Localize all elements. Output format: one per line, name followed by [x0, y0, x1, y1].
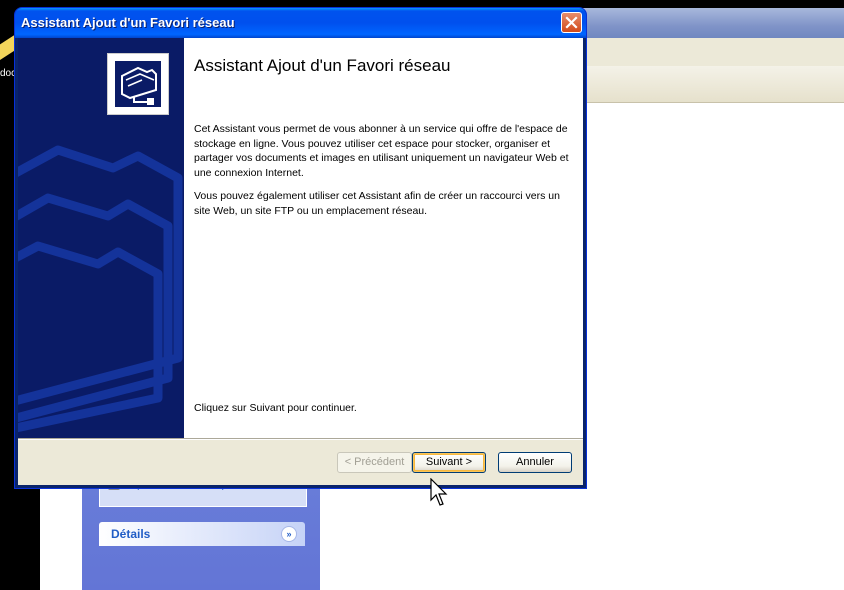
wizard-dialog: Assistant Ajout d'un Favori réseau Assis… — [15, 8, 586, 488]
intro-paragraph: Cet Assistant vous permet de vous abonne… — [194, 123, 569, 179]
mouse-cursor-icon — [430, 478, 448, 506]
desktop-icon-label: doc — [0, 68, 17, 79]
continue-instruction: Cliquez sur Suivant pour continuer. — [194, 402, 357, 414]
chevron-down-icon[interactable]: » — [281, 526, 297, 542]
details-panel-header[interactable]: Détails » — [99, 522, 305, 546]
cancel-button[interactable]: Annuler — [498, 452, 572, 473]
shortcut-paragraph: Vous pouvez également utiliser cet Assis… — [194, 190, 560, 217]
details-label: Détails — [111, 527, 151, 541]
dialog-title: Assistant Ajout d'un Favori réseau — [21, 15, 235, 30]
wizard-logo — [107, 53, 169, 115]
previous-button[interactable]: < Précédent — [337, 452, 412, 473]
button-separator — [18, 438, 583, 440]
close-button[interactable] — [561, 12, 582, 33]
wizard-content: Assistant Ajout d'un Favori réseau Cet A… — [184, 38, 583, 438]
wizard-side-panel — [18, 38, 184, 438]
next-button[interactable]: Suivant > — [412, 452, 486, 473]
dialog-titlebar[interactable]: Assistant Ajout d'un Favori réseau — [15, 8, 586, 38]
folder-icon[interactable] — [0, 34, 16, 60]
page-title: Assistant Ajout d'un Favori réseau — [194, 56, 451, 75]
network-place-icon — [115, 61, 161, 107]
close-icon — [565, 16, 578, 29]
dialog-client-area: Assistant Ajout d'un Favori réseau Cet A… — [18, 38, 583, 485]
